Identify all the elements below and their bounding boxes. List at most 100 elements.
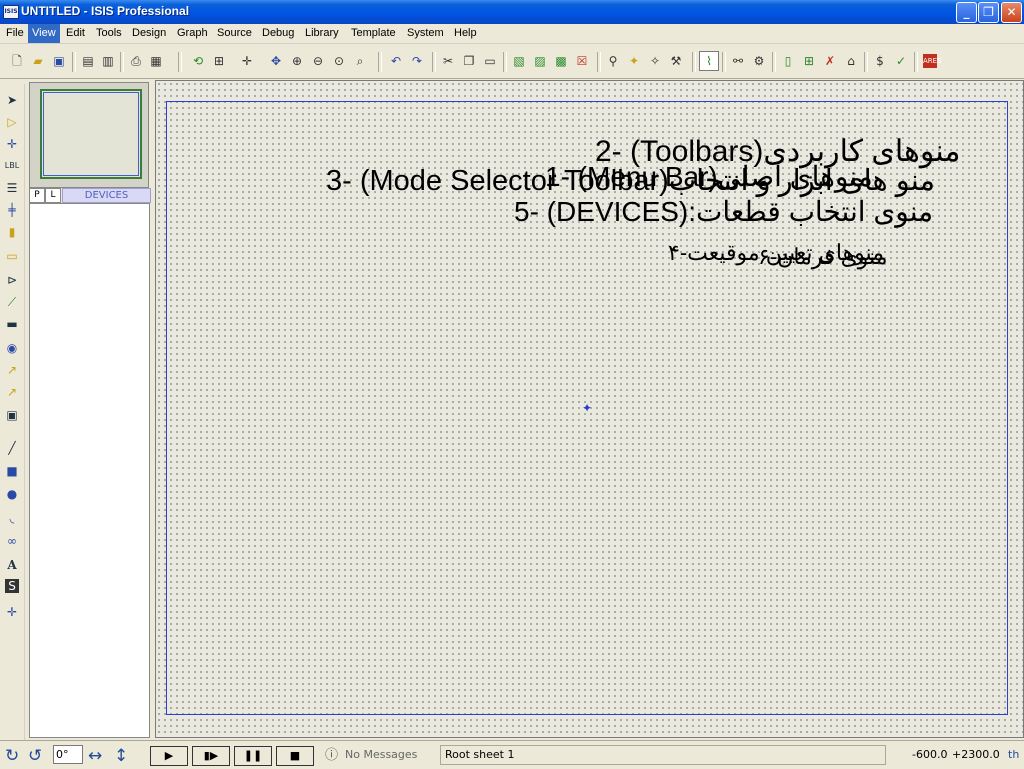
box-button[interactable]: ■ <box>3 462 21 480</box>
devices-list[interactable] <box>29 203 150 738</box>
menu-graph[interactable]: Graph <box>173 24 212 43</box>
menu-library[interactable]: Library <box>301 24 343 43</box>
zoom-all-button[interactable]: ⊙ <box>329 51 349 71</box>
redo-button[interactable]: ↷ <box>407 51 427 71</box>
annotation-mode-selector: 3- (Mode Selector Toolbar)منو های ابزار … <box>326 165 936 197</box>
menu-edit[interactable]: Edit <box>62 24 89 43</box>
open-button[interactable]: ▰ <box>28 51 48 71</box>
virtual-instrument-button[interactable]: ▣ <box>3 406 21 424</box>
cut-button[interactable]: ✂ <box>438 51 458 71</box>
subcircuit-button[interactable]: ▮ <box>3 223 21 241</box>
mirror-horizontal-button[interactable]: ↔ <box>88 746 102 766</box>
restore-icon: ❐ <box>983 5 994 19</box>
text-script-button[interactable]: ☰ <box>3 179 21 197</box>
junction-dot-button[interactable]: ✛ <box>3 135 21 153</box>
generator-button[interactable]: ◉ <box>3 339 21 357</box>
undo-button[interactable]: ↶ <box>386 51 406 71</box>
property-tool-button[interactable]: ⚙ <box>749 51 769 71</box>
add-sheet-button[interactable]: ⊞ <box>799 51 819 71</box>
pan-button[interactable]: ✥ <box>266 51 286 71</box>
selection-mode-button[interactable]: ➤ <box>3 91 21 109</box>
overview-sheet-frame <box>40 89 142 179</box>
menu-template[interactable]: Template <box>347 24 400 43</box>
voltage-probe-button[interactable]: ↗ <box>3 361 21 379</box>
refresh-button[interactable]: ⟲ <box>188 51 208 71</box>
tape-recorder-button[interactable]: ▬ <box>3 315 21 333</box>
grid-button[interactable]: ⊞ <box>209 51 229 71</box>
menu-help[interactable]: Help <box>450 24 481 43</box>
decompose-button[interactable]: ⚒ <box>666 51 686 71</box>
library-manager-tab[interactable]: L <box>45 188 61 203</box>
export-button[interactable]: ▥ <box>98 51 118 71</box>
stop-button[interactable]: ■ <box>276 746 314 766</box>
menu-debug[interactable]: Debug <box>258 24 298 43</box>
minimize-button[interactable]: _ <box>956 2 977 23</box>
pick-devices-tab[interactable]: P <box>29 188 45 203</box>
wire-label-button[interactable]: LBL <box>3 157 21 175</box>
selection-mode-icon: ➤ <box>6 93 18 107</box>
search-button[interactable]: ⚯ <box>728 51 748 71</box>
ares-button[interactable]: ARES <box>920 51 942 71</box>
remove-sheet-button[interactable]: ✗ <box>820 51 840 71</box>
restore-button[interactable]: ❐ <box>978 2 999 23</box>
zoom-out-button[interactable]: ⊖ <box>308 51 328 71</box>
menu-file[interactable]: File <box>2 24 28 43</box>
terminal-button[interactable]: ▭ <box>3 247 21 265</box>
block-copy-button[interactable]: ▧ <box>509 51 529 71</box>
origin-button[interactable]: ✛ <box>237 51 257 71</box>
paste-button[interactable]: ▭ <box>480 51 500 71</box>
zoom-area-button[interactable]: ⌕ <box>350 51 370 71</box>
menu-source[interactable]: Source <box>213 24 256 43</box>
menu-view[interactable]: View <box>28 24 60 43</box>
overview-window[interactable] <box>29 82 149 188</box>
circle-button[interactable]: ● <box>3 485 21 503</box>
text-button[interactable]: A <box>3 556 21 574</box>
marker-button[interactable]: ✛ <box>3 603 21 621</box>
exit-parent-button[interactable]: ⌂ <box>841 51 861 71</box>
import-button[interactable]: ▤ <box>78 51 98 71</box>
print-button[interactable]: ⎙ <box>126 51 146 71</box>
bus-button[interactable]: ╪ <box>3 201 21 219</box>
info-icon: ⓘ <box>325 747 339 762</box>
new-sheet-icon: ▯ <box>784 54 792 68</box>
symbol-button[interactable]: S <box>5 579 19 593</box>
arc-button[interactable]: ◟ <box>3 509 21 527</box>
zoom-in-button[interactable]: ⊕ <box>287 51 307 71</box>
pause-button[interactable]: ❚❚ <box>234 746 272 766</box>
block-rotate-button[interactable]: ▩ <box>551 51 571 71</box>
package-button[interactable]: ✧ <box>645 51 665 71</box>
close-button[interactable]: ✕ <box>1001 2 1022 23</box>
pick-device-button[interactable]: ⚲ <box>603 51 623 71</box>
menu-design[interactable]: Design <box>128 24 170 43</box>
component-mode-button[interactable]: ▷ <box>3 113 21 131</box>
line-button[interactable]: ╱ <box>3 439 21 457</box>
coordinate-x: -600.0 <box>912 748 948 761</box>
block-delete-button[interactable]: ☒ <box>572 51 592 71</box>
rotate-anticlockwise-button[interactable]: ↺ <box>28 746 42 766</box>
erc-icon: ✓ <box>895 54 907 68</box>
make-device-button[interactable]: ✦ <box>624 51 644 71</box>
messages-field[interactable]: No Messages <box>345 745 435 765</box>
new-sheet-button[interactable]: ▯ <box>778 51 798 71</box>
play-button[interactable]: ▶ <box>150 746 188 766</box>
print-area-button[interactable]: ▦ <box>146 51 166 71</box>
undo-icon: ↶ <box>390 54 402 68</box>
save-button[interactable]: ▣ <box>49 51 69 71</box>
rotate-clockwise-button[interactable]: ↻ <box>5 746 19 766</box>
current-probe-button[interactable]: ↗ <box>3 383 21 401</box>
new-file-button[interactable]: 🗋 <box>7 51 27 71</box>
step-button[interactable]: ▮▶ <box>192 746 230 766</box>
rotation-angle-field[interactable]: 0° <box>53 745 83 764</box>
graph-button[interactable]: ⟋ <box>3 293 21 311</box>
mirror-vertical-button[interactable]: ↕ <box>114 746 128 766</box>
path-button[interactable]: ∞ <box>3 532 21 550</box>
grid-icon: ⊞ <box>213 54 225 68</box>
bom-button[interactable]: $ <box>870 51 890 71</box>
menu-tools[interactable]: Tools <box>92 24 126 43</box>
menu-system[interactable]: System <box>403 24 448 43</box>
wire-autorouter-button[interactable]: ⌇ <box>699 51 719 71</box>
device-pin-button[interactable]: ⊳ <box>3 271 21 289</box>
erc-button[interactable]: ✓ <box>891 51 911 71</box>
copy-button[interactable]: ❐ <box>459 51 479 71</box>
block-move-button[interactable]: ▨ <box>530 51 550 71</box>
